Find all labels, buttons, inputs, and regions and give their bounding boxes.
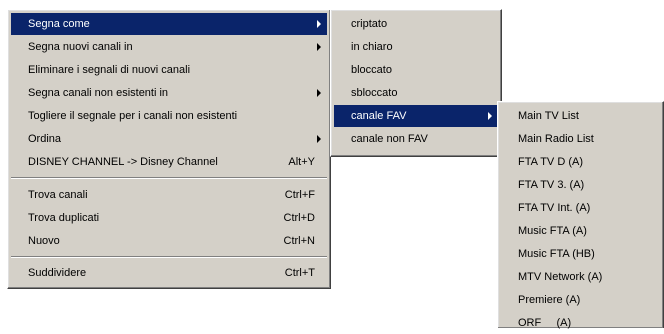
menu-item-canale-non-fav[interactable]: canale non FAV [334, 128, 498, 150]
menu-item-label: canale non FAV [351, 133, 428, 145]
menu-item-criptato[interactable]: criptato [334, 13, 498, 35]
menu-item-fav-list[interactable]: ORF (A) [501, 312, 660, 334]
menu-item-shortcut: Ctrl+T [284, 267, 315, 279]
menu-item-label: canale FAV [351, 110, 407, 122]
menu-item-label: Togliere il segnale per i canali non esi… [28, 110, 238, 122]
menu-item-label: ORF (A) [518, 317, 572, 329]
menu-item-fav-list[interactable]: Music FTA (A) [501, 220, 660, 242]
submenu-arrow-icon [317, 43, 321, 51]
menu-item-label: Segna canali non esistenti in [28, 87, 169, 99]
menu-item-label: sbloccato [351, 87, 398, 99]
menu-item-shortcut: Ctrl+N [283, 235, 315, 247]
menu-item-shortcut: Ctrl+F [284, 189, 315, 201]
menu-item-shortcut: Alt+Y [288, 156, 315, 168]
submenu-arrow-icon [317, 135, 321, 143]
menu-item-label: Trova duplicati [28, 212, 100, 224]
menu-item-fav-list[interactable]: Music FTA (HB) [501, 243, 660, 265]
menu-item-segna-come[interactable]: Segna come [11, 13, 327, 35]
menu-item-label: FTA TV Int. (A) [518, 202, 591, 214]
menu-item-label: Eliminare i segnali di nuovi canali [28, 64, 191, 76]
submenu-arrow-icon [317, 20, 321, 28]
menu-item-ordina[interactable]: Ordina [11, 128, 327, 150]
menu-item-label: MTV Network (A) [518, 271, 603, 283]
menu-item-label: Nuovo [28, 235, 60, 247]
menu-item-eliminare-segnali[interactable]: Eliminare i segnali di nuovi canali [11, 59, 327, 81]
menu-item-disney-rename[interactable]: DISNEY CHANNEL -> Disney Channel Alt+Y [11, 151, 327, 173]
context-menu-main: Segna come Segna nuovi canali in Elimina… [7, 9, 331, 289]
menu-item-label: Main Radio List [518, 133, 594, 145]
menu-item-trova-duplicati[interactable]: Trova duplicati Ctrl+D [11, 207, 327, 229]
menu-item-fav-list[interactable]: Main TV List [501, 105, 660, 127]
submenu-arrow-icon [317, 89, 321, 97]
menu-item-trova-canali[interactable]: Trova canali Ctrl+F [11, 184, 327, 206]
menu-item-togliere-segnale[interactable]: Togliere il segnale per i canali non esi… [11, 105, 327, 127]
menu-item-label: criptato [351, 18, 388, 30]
menu-item-label: FTA TV 3. (A) [518, 179, 585, 191]
menu-item-label: Music FTA (A) [518, 225, 587, 237]
menu-item-fav-list[interactable]: FTA TV Int. (A) [501, 197, 660, 219]
menu-item-fav-list[interactable]: Premiere (A) [501, 289, 660, 311]
menu-item-segna-nuovi-canali[interactable]: Segna nuovi canali in [11, 36, 327, 58]
menu-item-label: Segna come [28, 18, 90, 30]
menu-item-fav-list[interactable]: MTV Network (A) [501, 266, 660, 288]
menu-item-nuovo[interactable]: Nuovo Ctrl+N [11, 230, 327, 252]
menu-separator [11, 256, 327, 258]
menu-item-in-chiaro[interactable]: in chiaro [334, 36, 498, 58]
menu-item-segna-canali-non-esistenti[interactable]: Segna canali non esistenti in [11, 82, 327, 104]
menu-separator [11, 177, 327, 179]
menu-item-label: Trova canali [28, 189, 88, 201]
submenu-arrow-icon [488, 112, 492, 120]
menu-item-label: DISNEY CHANNEL -> Disney Channel [28, 156, 218, 168]
submenu-segna-come: criptato in chiaro bloccato sbloccato ca… [330, 9, 502, 157]
menu-item-fav-list[interactable]: Main Radio List [501, 128, 660, 150]
menu-item-label: in chiaro [351, 41, 393, 53]
menu-item-label: Premiere (A) [518, 294, 581, 306]
menu-item-label: Suddividere [28, 267, 87, 279]
menu-item-fav-list[interactable]: FTA TV 3. (A) [501, 174, 660, 196]
menu-item-fav-list[interactable]: FTA TV D (A) [501, 151, 660, 173]
menu-item-bloccato[interactable]: bloccato [334, 59, 498, 81]
menu-item-label: Segna nuovi canali in [28, 41, 133, 53]
menu-item-sbloccato[interactable]: sbloccato [334, 82, 498, 104]
menu-item-label: Ordina [28, 133, 62, 145]
menu-item-suddividere[interactable]: Suddividere Ctrl+T [11, 262, 327, 284]
menu-item-shortcut: Ctrl+D [283, 212, 315, 224]
menu-item-label: Main TV List [518, 110, 579, 122]
menu-item-label: FTA TV D (A) [518, 156, 583, 168]
submenu-fav-lists: Main TV List Main Radio List FTA TV D (A… [497, 101, 664, 329]
menu-item-label: bloccato [351, 64, 392, 76]
menu-item-label: Music FTA (HB) [518, 248, 595, 260]
menu-item-canale-fav[interactable]: canale FAV [334, 105, 498, 127]
